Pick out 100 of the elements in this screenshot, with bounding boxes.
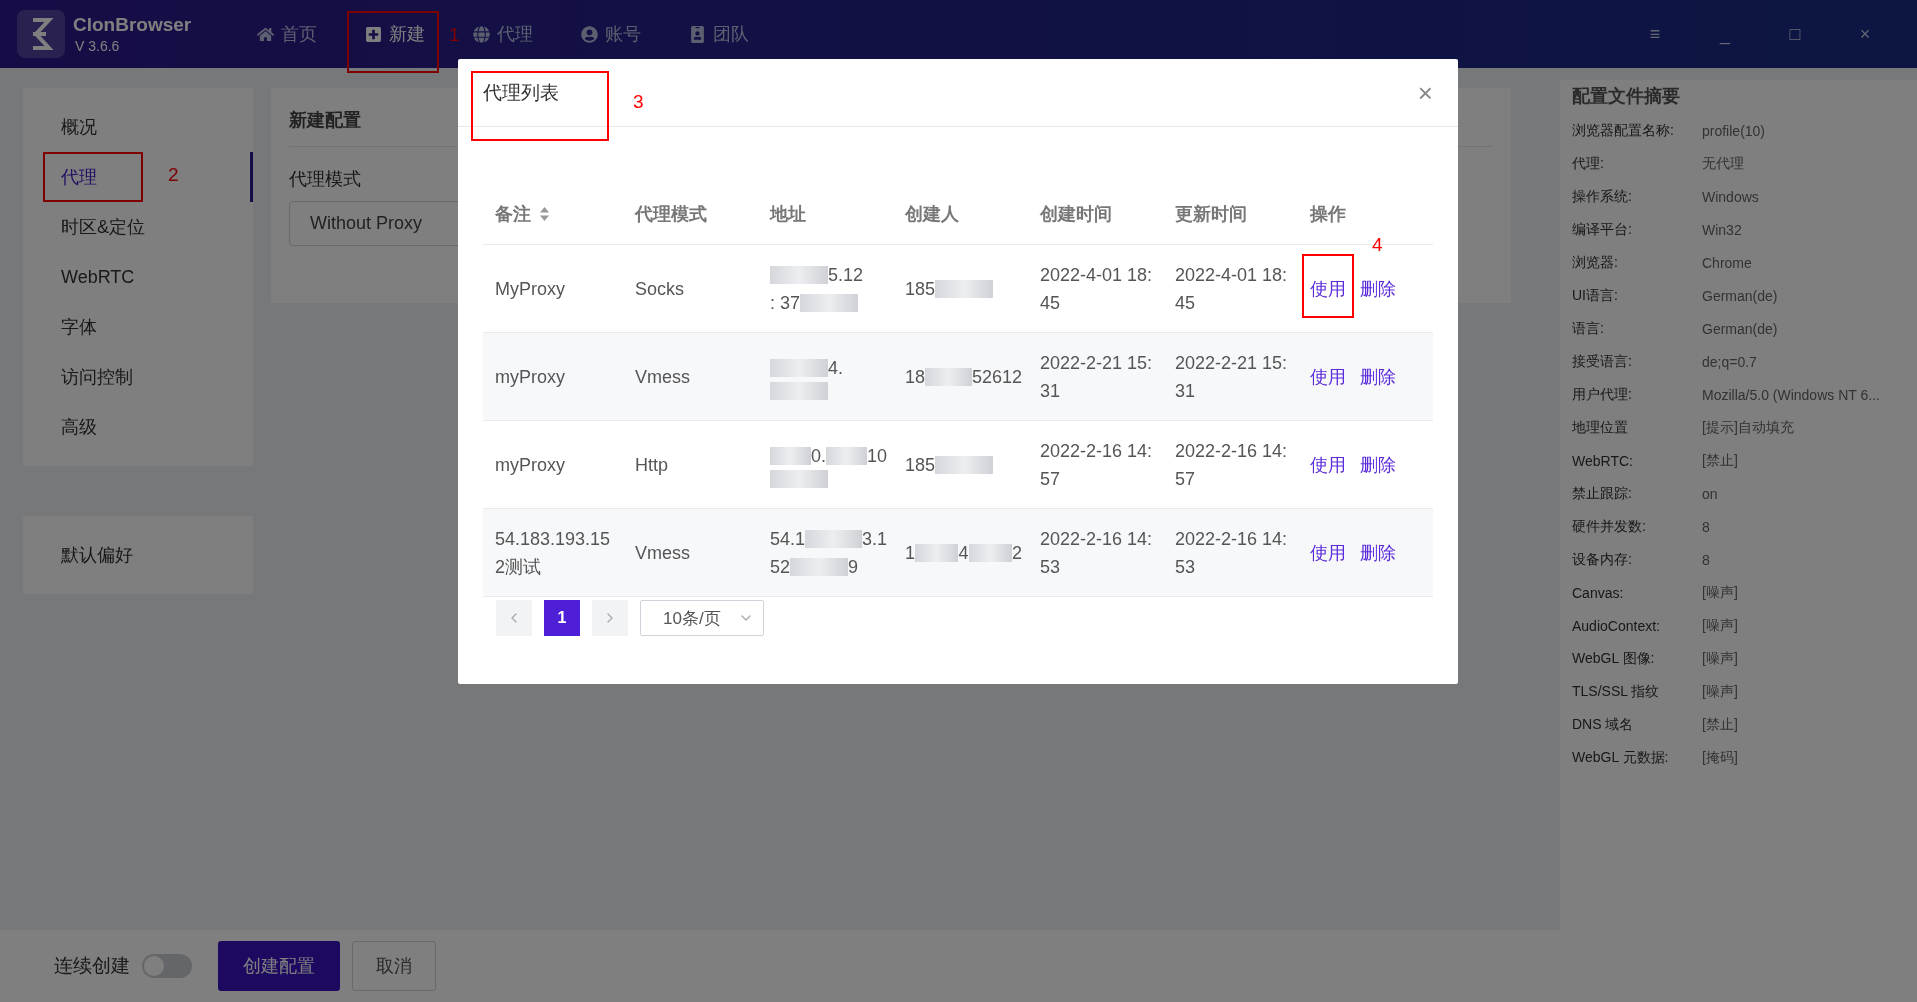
globe-icon — [473, 25, 490, 43]
modal-title: 代理列表 — [483, 80, 559, 105]
sidebar-item[interactable]: 访问控制 — [23, 352, 253, 402]
summary-label: 禁止跟踪: — [1572, 484, 1633, 503]
summary-label: DNS 域名 — [1572, 715, 1635, 734]
summary-label: 操作系统: — [1572, 187, 1633, 206]
delete-link[interactable]: 删除 — [1360, 362, 1396, 391]
close-button[interactable]: × — [1417, 79, 1433, 106]
nav-tab[interactable]: 首页 — [243, 5, 331, 63]
summary-value: [掩码] — [1702, 748, 1738, 767]
summary-label: 代理: — [1572, 154, 1605, 173]
sidebar-item[interactable]: 高级 — [23, 402, 253, 452]
blur-patch — [805, 529, 862, 548]
nav-tab[interactable]: 账号 — [567, 5, 655, 63]
summary-label: 用户代理: — [1572, 385, 1633, 404]
page-size-select[interactable]: 10条/页 — [640, 600, 764, 636]
table-cell-text: 2022-2-16 14:53 — [1174, 527, 1289, 579]
table-cell-text: 2022-4-01 18:45 — [1174, 263, 1289, 315]
table-cell-text: 54.1 3.1 52 9 — [769, 527, 888, 579]
summary-value: [噪声] — [1702, 616, 1738, 635]
summary-value: German(de) — [1702, 287, 1778, 304]
table-cell: 185 — [893, 274, 1028, 303]
sort-icon[interactable] — [539, 205, 550, 222]
create-button[interactable]: 创建配置 — [218, 941, 340, 991]
column-header: 操作 — [1310, 202, 1346, 226]
column-header: 创建时间 — [1040, 202, 1112, 226]
summary-value: 无代理 — [1702, 154, 1744, 173]
summary-label: 浏览器: — [1572, 253, 1619, 272]
table-cell-text: 2022-2-21 15:31 — [1039, 351, 1154, 403]
annotation-box — [1302, 253, 1354, 318]
window-control[interactable]: □ — [1760, 23, 1830, 45]
sidebar-item[interactable]: 字体 — [23, 302, 253, 352]
summary-label: 硬件并发数: — [1572, 517, 1647, 536]
summary-value: German(de) — [1702, 320, 1778, 337]
delete-link[interactable]: 删除 — [1360, 538, 1396, 567]
summary-value: [噪声] — [1702, 583, 1738, 602]
annotation-number: 2 — [168, 164, 179, 186]
summary-value: de;q=0.7 — [1702, 353, 1757, 370]
table-cell-text: myProxy — [494, 453, 566, 477]
toggle-label: 连续创建 — [54, 954, 130, 978]
table-cell-text: 54.183.193.152测试 — [494, 527, 612, 579]
summary-label: 语言: — [1572, 319, 1605, 338]
page-button[interactable]: 1 — [544, 600, 580, 636]
nav-tab[interactable]: 新建 — [351, 5, 439, 63]
table-cell-text: 18 52612 — [904, 365, 1023, 389]
summary-label: 接受语言: — [1572, 352, 1633, 371]
app-version: V 3.6.6 — [75, 38, 121, 54]
summary-title: 配置文件摘要 — [1572, 85, 1681, 108]
table-cell-text: Vmess — [634, 365, 691, 389]
use-link[interactable]: 使用 — [1310, 450, 1346, 479]
field-label: 代理模式 — [289, 168, 362, 191]
table-cell-text: 1 4 2 — [904, 541, 1023, 565]
delete-link[interactable]: 删除 — [1360, 274, 1396, 303]
blur-patch — [770, 358, 828, 377]
plus-icon — [365, 25, 382, 43]
delete-link[interactable]: 删除 — [1360, 450, 1396, 479]
blur-patch — [915, 543, 959, 562]
use-link[interactable]: 使用 — [1310, 362, 1346, 391]
nav-tab[interactable]: 代理 — [459, 5, 547, 63]
blur-patch — [925, 367, 972, 386]
summary-value: Mozilla/5.0 (Windows NT 6... — [1702, 386, 1880, 403]
sidebar-item[interactable]: 代理 2 — [23, 152, 253, 202]
blur-patch — [968, 543, 1012, 562]
table-cell-text: myProxy — [494, 365, 566, 389]
window-control[interactable]: ≡ — [1620, 23, 1690, 45]
summary-label: TLS/SSL 指纹 — [1572, 682, 1661, 701]
use-link[interactable]: 使用 — [1310, 274, 1346, 303]
summary-value: 8 — [1702, 551, 1710, 568]
nav-tab[interactable]: 团队 — [675, 5, 763, 63]
column-header[interactable]: 备注 — [495, 201, 531, 226]
sidebar-item[interactable]: WebRTC — [23, 252, 253, 302]
summary-label: 浏览器配置名称: — [1572, 121, 1675, 140]
use-link[interactable]: 使用 — [1310, 538, 1346, 567]
previous-page-button[interactable] — [496, 600, 532, 636]
summary-value: [噪声] — [1702, 649, 1738, 668]
summary-value: [禁止] — [1702, 715, 1738, 734]
summary-value: [禁止] — [1702, 451, 1738, 470]
badge-icon — [689, 25, 706, 43]
summary-label: WebGL 图像: — [1572, 649, 1656, 668]
toggle-switch[interactable] — [142, 954, 192, 978]
sidebar-item[interactable]: 时区&定位 — [23, 202, 253, 252]
blur-patch — [800, 293, 859, 312]
summary-label: 编译平台: — [1572, 220, 1633, 239]
summary-value: [提示]自动填充 — [1702, 418, 1794, 437]
table-cell: 0. 10 — [758, 441, 893, 488]
next-page-button[interactable] — [592, 600, 628, 636]
window-control[interactable]: × — [1830, 23, 1900, 45]
summary-value: [噪声] — [1702, 682, 1738, 701]
cancel-button[interactable]: 取消 — [352, 941, 436, 991]
table-cell-text: Socks — [634, 277, 686, 301]
annotation-number: 1 — [449, 24, 460, 46]
sidebar-item[interactable]: 概况 — [23, 102, 253, 152]
table-cell-text: 2022-2-16 14:57 — [1039, 439, 1154, 491]
summary-label: UI语言: — [1572, 286, 1619, 305]
summary-label: AudioContext: — [1572, 617, 1661, 634]
table-cell-text: 2022-2-21 15:31 — [1174, 351, 1289, 403]
summary-value: on — [1702, 485, 1718, 502]
summary-label: WebRTC: — [1572, 452, 1634, 469]
summary-label: WebGL 元数据: — [1572, 748, 1670, 767]
window-control[interactable]: _ — [1690, 23, 1760, 45]
